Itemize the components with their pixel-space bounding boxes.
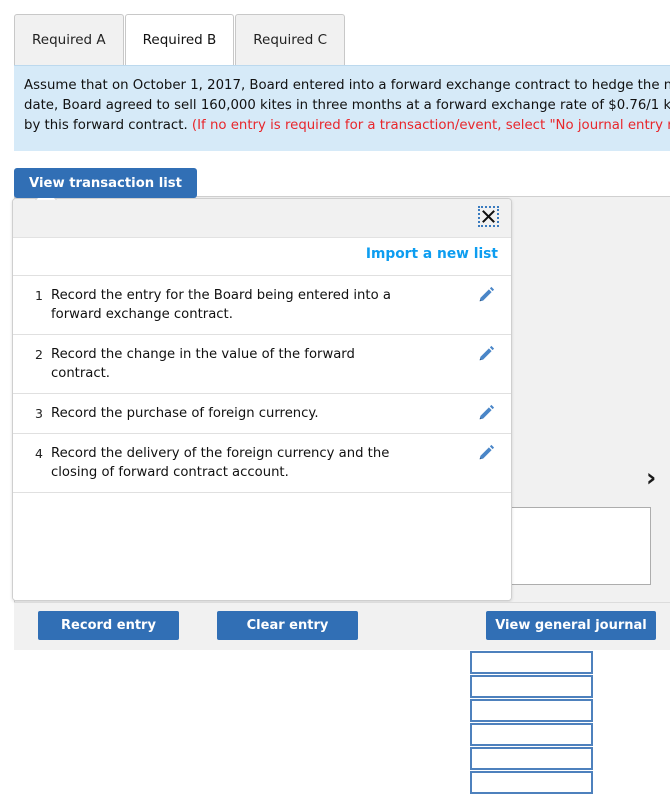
import-row: Import a new list [13,238,511,275]
list-item-label: Record the entry for the Board being ent… [51,288,391,322]
transaction-list-empty-space [13,492,511,600]
credit-cell[interactable] [470,771,593,794]
tabs-row: Required A Required B Required C [14,14,346,65]
clear-entry-button[interactable]: Clear entry [217,611,358,640]
list-item-label: Record the purchase of foreign currency. [51,406,319,421]
list-item-number: 4 [35,446,43,461]
close-icon[interactable] [478,206,499,227]
pencil-icon[interactable] [478,344,496,362]
tab-required-c[interactable]: Required C [235,14,346,65]
popup-header [13,199,511,238]
instructions-line-3: by this forward contract. (If no entry i… [24,116,670,136]
transaction-list: 1 Record the entry for the Board being e… [13,275,511,600]
list-item-number: 1 [35,288,43,303]
list-item[interactable]: 3 Record the purchase of foreign currenc… [13,393,511,433]
action-bar: Record entry Clear entry View general jo… [14,602,670,650]
view-general-journal-button[interactable]: View general journal [486,611,656,640]
pencil-icon[interactable] [478,443,496,461]
list-item[interactable]: 1 Record the entry for the Board being e… [13,275,511,334]
credit-cell[interactable] [470,747,593,770]
instructions-line-3-red: (If no entry is required for a transacti… [191,118,670,133]
import-a-new-list-link[interactable]: Import a new list [366,246,498,262]
list-item[interactable]: 2 Record the change in the value of the … [13,334,511,393]
tab-required-b[interactable]: Required B [124,14,235,65]
list-item-number: 2 [35,347,43,362]
list-item-label: Record the delivery of the foreign curre… [51,446,390,480]
list-item-label: Record the change in the value of the fo… [51,347,355,381]
record-entry-button[interactable]: Record entry [38,611,179,640]
list-item[interactable]: 4 Record the delivery of the foreign cur… [13,433,511,492]
instructions-line-3-black: by this forward contract. [24,118,192,133]
credit-cell[interactable] [470,675,593,698]
view-transaction-list-button[interactable]: View transaction list [14,168,197,198]
credit-column: Credit [470,627,593,794]
instructions-line-2: date, Board agreed to sell 160,000 kites… [24,98,670,113]
tab-required-a[interactable]: Required A [14,14,124,65]
instructions-line-1: Assume that on October 1, 2017, Board en… [24,78,670,93]
credit-cell[interactable] [470,699,593,722]
pencil-icon[interactable] [478,285,496,303]
transaction-list-popup: Import a new list 1 Record the entry for… [12,198,512,601]
credit-cell[interactable] [470,723,593,746]
chevron-right-icon[interactable]: › [646,465,656,490]
tab-strip: Required A Required B Required C [0,0,670,66]
instructions-banner: Assume that on October 1, 2017, Board en… [14,65,670,151]
pencil-icon[interactable] [478,403,496,421]
list-item-number: 3 [35,406,43,421]
